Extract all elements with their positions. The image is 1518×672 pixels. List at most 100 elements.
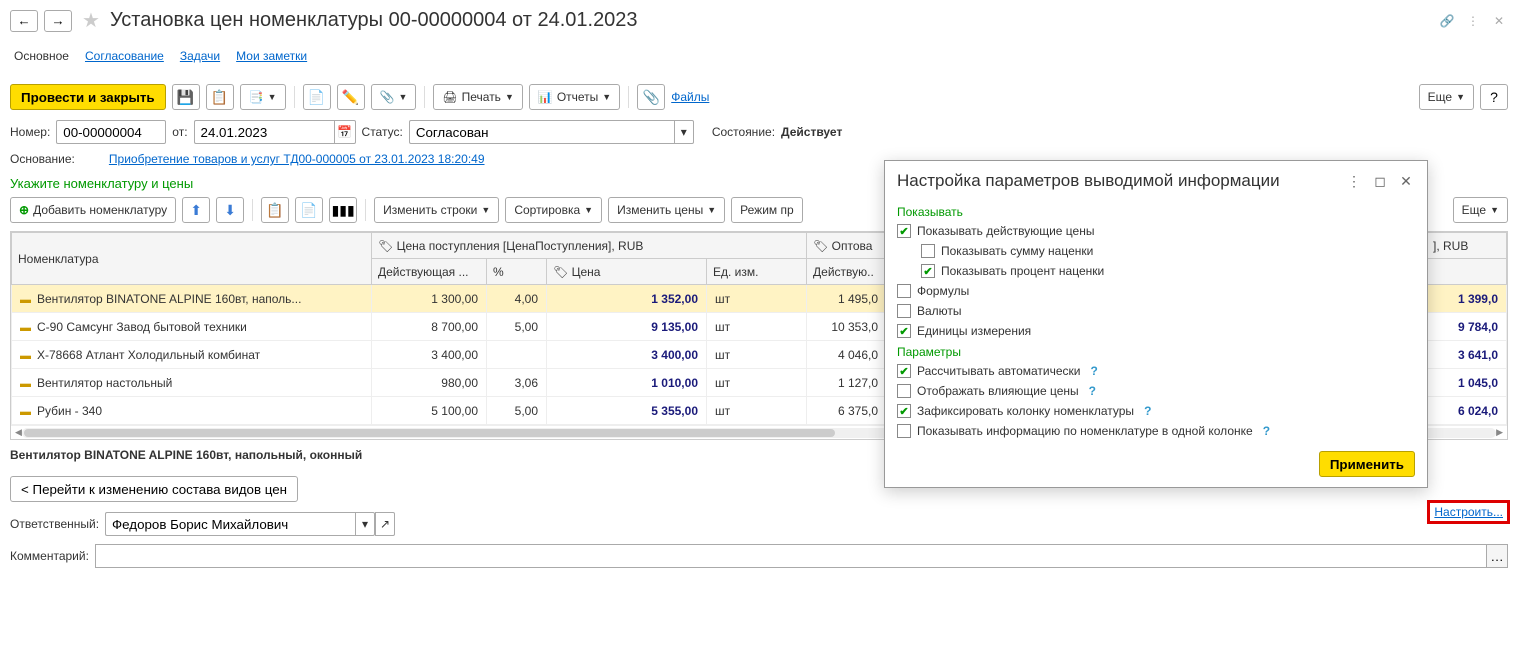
nav-back-button[interactable]: ←: [10, 10, 38, 32]
tab-approval[interactable]: Согласование: [85, 45, 164, 67]
responsible-label: Ответственный:: [10, 517, 99, 531]
save-button[interactable]: 💾: [172, 84, 200, 110]
configure-highlight: Настроить...: [1427, 500, 1510, 524]
chk-show-affecting[interactable]: [897, 384, 911, 398]
folder-icon: ▬: [20, 294, 31, 306]
attach-drop-button[interactable]: 📎▼: [371, 84, 417, 110]
mode-button[interactable]: Режим пр: [731, 197, 803, 223]
copy-button[interactable]: 📋: [261, 197, 289, 223]
col-arrival-group[interactable]: 🏷 Цена поступления [ЦенаПоступления], RU…: [372, 233, 807, 259]
resp-dropdown-icon[interactable]: ▾: [355, 512, 375, 536]
comment-expand-button[interactable]: …: [1486, 544, 1508, 568]
status-dropdown-icon[interactable]: ▾: [674, 120, 694, 144]
resp-open-icon[interactable]: ↗: [375, 512, 395, 536]
col-rub[interactable]: ], RUB: [1427, 233, 1507, 259]
kebab-icon[interactable]: ⋮: [1464, 12, 1482, 30]
barcode-button[interactable]: ▮▮▮: [329, 197, 357, 223]
tab-tasks[interactable]: Задачи: [180, 45, 220, 67]
page-title: Установка цен номенклатуры 00-00000004 о…: [110, 9, 638, 32]
help-show-affecting[interactable]: ?: [1089, 384, 1096, 398]
help-auto-calc[interactable]: ?: [1091, 364, 1098, 378]
change-price-types-button[interactable]: < Перейти к изменению состава видов цен: [10, 476, 298, 502]
number-input[interactable]: [56, 120, 166, 144]
comment-label: Комментарий:: [10, 549, 89, 563]
tab-main[interactable]: Основное: [14, 45, 69, 67]
chk-show-current[interactable]: ✔: [897, 224, 911, 238]
close-icon[interactable]: ✕: [1490, 12, 1508, 30]
folder-icon: ▬: [20, 406, 31, 418]
divider: [628, 86, 629, 108]
popover-section-show: Показывать: [885, 201, 1427, 221]
print-button[interactable]: 🖨Печать▼: [433, 84, 522, 110]
change-rows-button[interactable]: Изменить строки▼: [374, 197, 499, 223]
divider: [365, 199, 366, 221]
settings-popover: Настройка параметров выводимой информаци…: [884, 160, 1428, 488]
chk-units[interactable]: ✔: [897, 324, 911, 338]
post-button[interactable]: 📋: [206, 84, 234, 110]
files-link[interactable]: Файлы: [671, 90, 709, 104]
date-input[interactable]: [194, 120, 334, 144]
col-unit[interactable]: Ед. изм.: [707, 259, 807, 285]
change-prices-button[interactable]: Изменить цены▼: [608, 197, 725, 223]
chk-currencies[interactable]: [897, 304, 911, 318]
submit-close-button[interactable]: Провести и закрыть: [10, 84, 166, 110]
chk-show-markup-sum[interactable]: [921, 244, 935, 258]
col-current[interactable]: Действующая ...: [372, 259, 487, 285]
folder-icon: ▬: [20, 350, 31, 362]
clip-button[interactable]: 📎: [637, 84, 665, 110]
lbl-show-info-one: Показывать информацию по номенклатуре в …: [917, 424, 1253, 438]
popover-kebab-icon[interactable]: ⋮: [1345, 172, 1363, 190]
nav-forward-button[interactable]: →: [44, 10, 72, 32]
folder-icon: ▬: [20, 378, 31, 390]
chk-show-markup-pct[interactable]: ✔: [921, 264, 935, 278]
dk-button[interactable]: 📑▼: [240, 84, 286, 110]
basis-link[interactable]: Приобретение товаров и услуг ТД00-000005…: [109, 152, 485, 166]
configure-link[interactable]: Настроить...: [1434, 505, 1503, 519]
popover-maximize-icon[interactable]: ◻: [1371, 172, 1389, 190]
link-icon[interactable]: 🔗: [1438, 12, 1456, 30]
doc-button[interactable]: 📄: [303, 84, 331, 110]
table-more-button[interactable]: Еще▼: [1453, 197, 1508, 223]
lbl-show-affecting: Отображать влияющие цены: [917, 384, 1079, 398]
col-current2[interactable]: Действую..: [807, 259, 887, 285]
divider: [252, 199, 253, 221]
lbl-show-markup-sum: Показывать сумму наценки: [941, 244, 1093, 258]
number-label: Номер:: [10, 125, 50, 139]
lbl-fix-column: Зафиксировать колонку номенклатуры: [917, 404, 1134, 418]
popover-close-icon[interactable]: ✕: [1397, 172, 1415, 190]
comment-input[interactable]: [95, 544, 1486, 568]
move-up-button[interactable]: ⬆: [182, 197, 210, 223]
edit-button[interactable]: ✏️: [337, 84, 365, 110]
tab-notes[interactable]: Мои заметки: [236, 45, 307, 67]
state-label: Состояние:: [712, 125, 775, 139]
chk-fix-column[interactable]: ✔: [897, 404, 911, 418]
divider: [424, 86, 425, 108]
add-item-button[interactable]: ⊕Добавить номенклатуру: [10, 197, 176, 223]
state-value: Действует: [781, 125, 842, 139]
col-pct[interactable]: %: [487, 259, 547, 285]
scroll-thumb[interactable]: [24, 429, 835, 437]
reports-button[interactable]: 📊Отчеты▼: [529, 84, 620, 110]
sort-button[interactable]: Сортировка▼: [505, 197, 602, 223]
help-show-info-one[interactable]: ?: [1263, 424, 1270, 438]
calendar-icon[interactable]: 📅: [334, 120, 356, 144]
chk-show-info-one[interactable]: [897, 424, 911, 438]
chk-auto-calc[interactable]: ✔: [897, 364, 911, 378]
favorite-star-icon[interactable]: ★: [82, 8, 100, 33]
col-price[interactable]: 🏷 Цена: [547, 259, 707, 285]
apply-button[interactable]: Применить: [1319, 451, 1415, 477]
status-input[interactable]: [409, 120, 674, 144]
paste-button[interactable]: 📄: [295, 197, 323, 223]
popover-title: Настройка параметров выводимой информаци…: [897, 171, 1337, 191]
more-button[interactable]: Еще▼: [1419, 84, 1474, 110]
col-item[interactable]: Номенклатура: [12, 233, 372, 285]
responsible-input[interactable]: [105, 512, 355, 536]
lbl-auto-calc: Рассчитывать автоматически: [917, 364, 1081, 378]
popover-section-params: Параметры: [885, 341, 1427, 361]
lbl-units: Единицы измерения: [917, 324, 1031, 338]
help-fix-column[interactable]: ?: [1144, 404, 1151, 418]
help-button[interactable]: ?: [1480, 84, 1508, 110]
move-down-button[interactable]: ⬇: [216, 197, 244, 223]
col-wholesale-group[interactable]: 🏷 Оптова: [807, 233, 887, 259]
chk-formulas[interactable]: [897, 284, 911, 298]
